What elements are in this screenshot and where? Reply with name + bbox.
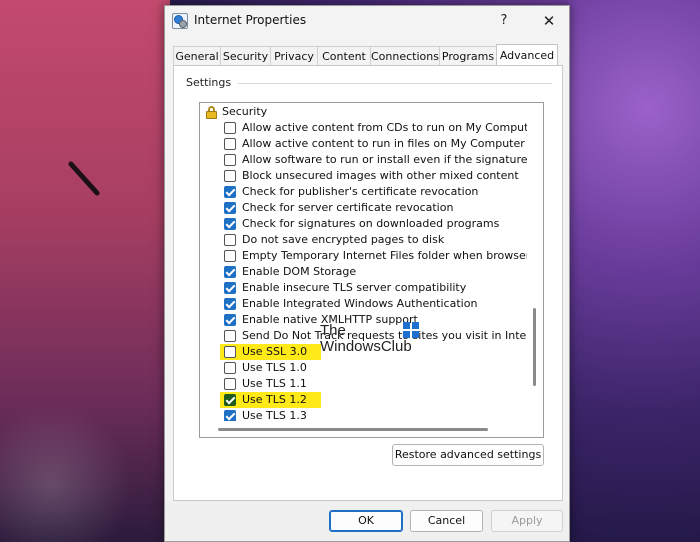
tab-content[interactable]: Content [317,46,371,66]
list-item[interactable]: Allow active content to run in files on … [200,136,527,152]
list-item[interactable]: Use TLS 1.3 [200,408,527,421]
desktop-background-right [568,0,700,542]
list-item[interactable]: Do not save encrypted pages to disk [200,232,527,248]
apply-button[interactable]: Apply [491,510,563,532]
setting-checkbox[interactable] [224,298,236,310]
setting-label: Enable insecure TLS server compatibility [242,281,467,294]
setting-checkbox[interactable] [224,330,236,342]
list-item[interactable]: Use TLS 1.0 [200,360,527,376]
help-button[interactable]: ? [490,8,518,34]
vertical-scrollbar[interactable] [527,103,543,421]
list-item[interactable]: Allow software to run or install even if… [200,152,527,168]
setting-label: Allow software to run or install even if… [242,153,527,166]
setting-label: Check for publisher's certificate revoca… [242,185,479,198]
tab-strip: General Security Privacy Content Connect… [173,44,563,67]
setting-label: Block unsecured images with other mixed … [242,169,519,182]
setting-checkbox[interactable] [224,186,236,198]
list-item[interactable]: Enable Integrated Windows Authentication [200,296,527,312]
close-button[interactable]: ✕ [535,8,563,34]
setting-label: Do not save encrypted pages to disk [242,233,445,246]
list-item[interactable]: Check for server certificate revocation [200,200,527,216]
setting-checkbox[interactable] [224,218,236,230]
setting-checkbox[interactable] [224,266,236,278]
cancel-button[interactable]: Cancel [410,510,483,532]
setting-checkbox[interactable] [224,362,236,374]
setting-label: Enable Integrated Windows Authentication [242,297,478,310]
setting-label: Use TLS 1.1 [242,377,307,390]
setting-label: Use TLS 1.2 [242,393,307,406]
windows-logo-icon [403,322,419,338]
tab-connections[interactable]: Connections [370,46,440,66]
restore-advanced-settings-button[interactable]: Restore advanced settings [392,444,544,466]
title-bar[interactable]: Internet Properties ? ✕ [165,6,569,36]
list-item[interactable]: Check for publisher's certificate revoca… [200,184,527,200]
ok-button[interactable]: OK [329,510,403,532]
background-bokeh [0,400,170,542]
setting-label: Enable DOM Storage [242,265,357,278]
dialog-button-bar: OK Cancel Apply [165,501,569,541]
horizontal-scrollbar[interactable] [200,421,543,437]
tab-privacy[interactable]: Privacy [270,46,318,66]
setting-checkbox[interactable] [224,234,236,246]
list-item[interactable]: Use TLS 1.2 [200,392,527,408]
lock-icon [205,106,218,119]
setting-label: Empty Temporary Internet Files folder wh… [242,249,527,262]
list-item[interactable]: Check for signatures on downloaded progr… [200,216,527,232]
setting-checkbox[interactable] [224,378,236,390]
setting-checkbox[interactable] [224,122,236,134]
settings-list-viewport: Security Allow active content from CDs t… [200,103,527,421]
tab-security[interactable]: Security [220,46,271,66]
tab-programs[interactable]: Programs [439,46,497,66]
setting-label: Allow active content to run in files on … [242,137,525,150]
setting-checkbox[interactable] [224,346,236,358]
gear-icon [179,20,187,28]
tab-advanced[interactable]: Advanced [496,44,558,67]
list-item[interactable]: Allow active content from CDs to run on … [200,120,527,136]
horizontal-scroll-thumb[interactable] [218,428,488,431]
setting-label: Use TLS 1.3 [242,409,307,421]
setting-checkbox[interactable] [224,170,236,182]
vertical-scroll-thumb[interactable] [533,308,536,386]
setting-checkbox[interactable] [224,410,236,421]
list-item[interactable]: Empty Temporary Internet Files folder wh… [200,248,527,264]
window-title: Internet Properties [194,13,307,27]
setting-label: Allow active content from CDs to run on … [242,121,527,134]
list-item[interactable]: Use TLS 1.1 [200,376,527,392]
settings-list[interactable]: Security Allow active content from CDs t… [199,102,544,438]
tab-general[interactable]: General [173,46,221,66]
list-heading-security: Security [200,104,527,120]
settings-group-border [238,83,552,84]
setting-label: Check for signatures on downloaded progr… [242,217,500,230]
setting-checkbox[interactable] [224,282,236,294]
setting-label: Check for server certificate revocation [242,201,454,214]
setting-label: Use SSL 3.0 [242,345,308,358]
thewindowsclub-watermark: The WindowsClub [320,322,430,362]
setting-checkbox[interactable] [224,394,236,406]
setting-checkbox[interactable] [224,314,236,326]
internet-options-icon [172,13,188,29]
watermark-line2: WindowsClub [320,338,412,355]
watermark-line1: The [320,322,346,339]
advanced-tab-panel: Settings Security Allow active content f… [173,65,563,501]
setting-checkbox[interactable] [224,154,236,166]
list-item[interactable]: Enable DOM Storage [200,264,527,280]
setting-checkbox[interactable] [224,138,236,150]
list-item[interactable]: Enable insecure TLS server compatibility [200,280,527,296]
setting-label: Use TLS 1.0 [242,361,307,374]
heading-label: Security [222,105,268,118]
list-item[interactable]: Block unsecured images with other mixed … [200,168,527,184]
setting-checkbox[interactable] [224,202,236,214]
internet-properties-dialog: Internet Properties ? ✕ General Security… [164,5,570,542]
setting-checkbox[interactable] [224,250,236,262]
settings-group-label: Settings [186,76,236,89]
